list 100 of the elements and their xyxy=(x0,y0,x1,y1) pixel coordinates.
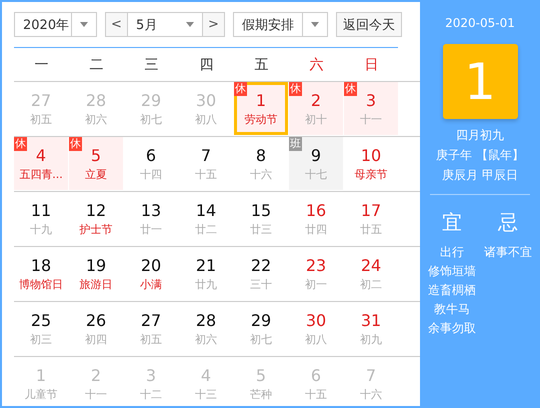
almanac-item: 出行 xyxy=(440,244,464,261)
day-cell[interactable]: 24 初二 xyxy=(344,247,398,300)
day-number: 17 xyxy=(360,200,382,220)
day-number: 4 xyxy=(200,366,212,384)
day-number: 27 xyxy=(30,90,52,110)
day-cell[interactable]: 22 三十 xyxy=(234,247,288,300)
holiday-badge: 休 xyxy=(344,82,357,96)
day-cell[interactable]: 11 十九 xyxy=(14,192,68,245)
holiday-select[interactable]: 假期安排 xyxy=(233,12,328,37)
lunar-date: 初一 xyxy=(305,276,327,292)
today-button[interactable]: 返回今天 xyxy=(336,12,402,37)
day-cell[interactable]: 25 初三 xyxy=(14,302,68,355)
holiday-badge: 休 xyxy=(234,82,247,96)
month-select[interactable]: < 5月 > xyxy=(105,12,225,37)
day-cell[interactable]: 30 初八 xyxy=(289,302,343,355)
day-cell[interactable]: 16 廿四 xyxy=(289,192,343,245)
day-cell[interactable]: 28 初六 xyxy=(179,302,233,355)
day-cell[interactable]: 29 初七 xyxy=(234,302,288,355)
day-cell[interactable]: 休 3 十一 xyxy=(344,82,398,135)
day-cell[interactable]: 21 廿九 xyxy=(179,247,233,300)
lunar-info: 庚辰月 甲辰日 xyxy=(442,167,518,184)
lunar-date: 十二 xyxy=(140,386,162,402)
day-number: 5 xyxy=(256,366,266,384)
day-number: 26 xyxy=(86,310,106,330)
day-cell[interactable]: 27 初五 xyxy=(124,302,178,355)
holiday-badge: 休 xyxy=(69,137,82,151)
lunar-date: 廿二 xyxy=(195,222,217,236)
day-number: 13 xyxy=(140,200,162,220)
day-cell[interactable]: 19 旅游日 xyxy=(69,247,123,300)
day-number: 27 xyxy=(140,310,162,330)
day-number: 7 xyxy=(200,146,212,164)
lunar-date: 十六 xyxy=(250,166,272,182)
day-number: 9 xyxy=(310,146,322,164)
day-number: 11 xyxy=(30,200,52,220)
day-number: 6 xyxy=(146,146,156,164)
lunar-date: 十五 xyxy=(305,386,327,402)
lunar-date: 廿九 xyxy=(195,276,217,292)
lunar-date: 初八 xyxy=(305,332,327,346)
lunar-date: 初十 xyxy=(305,112,327,126)
lunar-date: 芒种 xyxy=(250,386,272,402)
day-cell[interactable]: 休 1 劳动节 xyxy=(234,82,288,135)
day-number: 25 xyxy=(30,310,52,330)
day-cell[interactable]: 26 初四 xyxy=(69,302,123,355)
day-cell[interactable]: 31 初九 xyxy=(344,302,398,355)
day-cell[interactable]: 休 4 五四青... xyxy=(14,137,68,190)
day-number: 31 xyxy=(360,310,382,330)
lunar-info: 庚子年 【鼠年】 xyxy=(436,147,524,164)
lunar-date: 十五 xyxy=(195,166,217,182)
day-cell[interactable]: 15 廿三 xyxy=(234,192,288,245)
weekday-label: 日 xyxy=(364,56,380,74)
day-cell[interactable]: 班 9 十七 xyxy=(289,137,343,190)
day-cell[interactable]: 14 廿二 xyxy=(179,192,233,245)
lunar-date: 护士节 xyxy=(80,222,112,236)
lunar-date: 十三 xyxy=(195,386,217,402)
day-number: 16 xyxy=(306,200,326,220)
lunar-date: 初七 xyxy=(140,112,162,126)
day-cell[interactable]: 13 廿一 xyxy=(124,192,178,245)
weekday-label: 六 xyxy=(308,56,324,74)
day-cell[interactable]: 8 十六 xyxy=(234,137,288,190)
day-cell[interactable]: 10 母亲节 xyxy=(344,137,398,190)
year-select[interactable]: 2020年 xyxy=(14,12,97,37)
almanac-item: 修饰垣墙 xyxy=(428,263,476,280)
lunar-date: 立夏 xyxy=(85,166,107,182)
day-number: 29 xyxy=(140,90,162,110)
lunar-date: 劳动节 xyxy=(244,112,278,126)
next-month-button[interactable]: > xyxy=(202,13,224,36)
lunar-date: 十四 xyxy=(140,166,162,182)
day-number: 4 xyxy=(36,146,46,164)
almanac-item: 余事勿取 xyxy=(428,320,476,337)
holiday-badge: 班 xyxy=(289,137,302,151)
day-number: 3 xyxy=(146,366,156,384)
day-cell[interactable]: 6 十四 xyxy=(124,137,178,190)
day-number: 29 xyxy=(250,310,272,330)
day-cell[interactable]: 休 5 立夏 xyxy=(69,137,123,190)
selected-date: 2020-05-01 xyxy=(445,16,515,30)
day-cell[interactable]: 18 博物馆日 xyxy=(14,247,68,300)
lunar-date: 廿四 xyxy=(305,222,327,236)
almanac-item: 教牛马 xyxy=(434,301,470,318)
weekday-label: 三 xyxy=(144,56,160,74)
lunar-date: 旅游日 xyxy=(80,276,112,292)
lunar-date: 三十 xyxy=(250,276,272,292)
lunar-date: 母亲节 xyxy=(354,166,388,182)
day-cell[interactable]: 12 护士节 xyxy=(69,192,123,245)
day-cell[interactable]: 17 廿五 xyxy=(344,192,398,245)
almanac-heading: 宜 xyxy=(442,209,462,236)
caret-icon xyxy=(311,22,319,27)
day-cell[interactable]: 23 初一 xyxy=(289,247,343,300)
day-number: 2 xyxy=(90,366,102,384)
lunar-date: 小满 xyxy=(140,276,162,292)
day-number: 10 xyxy=(360,146,382,164)
day-cell[interactable]: 20 小满 xyxy=(124,247,178,300)
day-number: 3 xyxy=(366,90,376,110)
day-number: 8 xyxy=(256,146,266,164)
day-cell[interactable]: 7 十五 xyxy=(179,137,233,190)
lunar-date: 五四青... xyxy=(19,166,63,182)
caret-icon xyxy=(186,22,194,27)
prev-month-button[interactable]: < xyxy=(106,13,128,36)
day-cell[interactable]: 休 2 初十 xyxy=(289,82,343,135)
day-number: 22 xyxy=(250,256,272,274)
day-number: 24 xyxy=(360,256,382,274)
